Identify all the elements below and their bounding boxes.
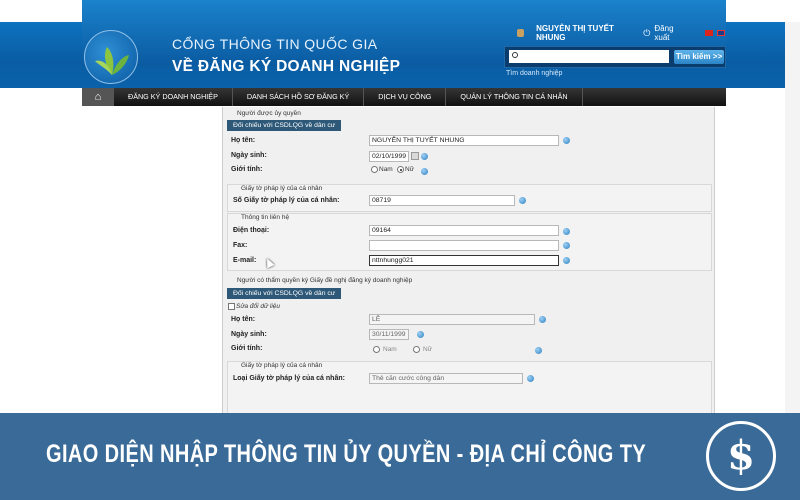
user-name[interactable]: NGUYỄN THỊ TUYẾT NHUNG — [536, 24, 633, 42]
auth-gender-female-label: Nữ — [405, 166, 415, 173]
signer-legal-type-select[interactable]: Thẻ căn cước công dân — [369, 373, 523, 384]
info-icon[interactable] — [563, 228, 570, 235]
search-button[interactable]: Tìm kiếm >> — [674, 50, 724, 64]
power-icon[interactable]: ⏻ — [643, 28, 650, 39]
signer-name-input[interactable]: LÊ — [369, 314, 535, 325]
contact-legend: Thông tin liên hệ — [241, 214, 290, 221]
search-box: Tìm kiếm >> — [504, 46, 726, 68]
verify-badge-1: Đối chiếu với CSDLQG về dân cư — [227, 120, 342, 131]
auth-name-input[interactable]: NGUYỄN THỊ TUYẾT NHUNG — [369, 135, 559, 146]
authorization-form: Người được ủy quyền Đối chiếu với CSDLQG… — [222, 107, 715, 413]
uk-flag-icon[interactable] — [716, 30, 726, 36]
portal-title-line2: VỀ ĐĂNG KÝ DOANH NGHIỆP — [172, 58, 401, 75]
signer-legal-type-label: Loại Giấy tờ pháp lý của cá nhân: — [233, 375, 345, 382]
phone-label: Điện thoại: — [233, 227, 270, 234]
dollar-logo-icon: $ — [706, 421, 776, 491]
portal-title-line1: CỔNG THÔNG TIN QUỐC GIA — [172, 36, 378, 52]
auth-name-label: Họ tên: — [231, 137, 256, 144]
auth-legal-label: Số Giấy tờ pháp lý của cá nhân: — [233, 197, 340, 204]
nav-item-register[interactable]: ĐĂNG KÝ DOANH NGHIỆP — [114, 88, 233, 106]
info-icon[interactable] — [539, 316, 546, 323]
signer-dob-label: Ngày sinh: — [231, 331, 267, 338]
section-legend-authorized: Người được ủy quyền — [237, 110, 301, 117]
info-icon[interactable] — [563, 137, 570, 144]
phone-input[interactable]: 09164 — [369, 225, 559, 236]
logout-link[interactable]: Đăng xuất — [654, 24, 686, 42]
info-icon[interactable] — [421, 168, 428, 175]
nav-item-personal-info[interactable]: QUẢN LÝ THÔNG TIN CÁ NHÂN — [446, 88, 583, 106]
caption-text: GIAO DIỆN NHẬP THÔNG TIN ỦY QUYỀN - ĐỊA … — [46, 440, 647, 468]
info-icon[interactable] — [563, 242, 570, 249]
info-icon[interactable] — [421, 153, 428, 160]
signer-gender-female-label: Nữ — [423, 346, 433, 353]
signer-gender-male-radio[interactable] — [373, 346, 380, 353]
home-icon: ⌂ — [94, 91, 102, 103]
vn-flag-icon[interactable] — [704, 30, 713, 36]
auth-gender-female-radio[interactable] — [397, 166, 404, 173]
email-label: E-mail: — [233, 257, 257, 264]
signer-gender-male-label: Nam — [383, 346, 397, 353]
info-icon[interactable] — [535, 347, 542, 354]
info-icon[interactable] — [519, 197, 526, 204]
edit-data-checkbox[interactable] — [228, 303, 235, 310]
calendar-icon[interactable] — [411, 152, 419, 160]
browser-viewport: CỔNG THÔNG TIN QUỐC GIA VỀ ĐĂNG KÝ DOANH… — [0, 0, 800, 413]
edit-data-label: Sửa đổi dữ liệu — [236, 303, 281, 310]
verify-badge-2: Đối chiếu với CSDLQG về dân cư — [227, 288, 342, 299]
signer-dob-input[interactable]: 30/11/1999 — [369, 329, 409, 340]
nav-item-records[interactable]: DANH SÁCH HỒ SƠ ĐĂNG KÝ — [233, 88, 365, 106]
signer-gender-female-radio[interactable] — [413, 346, 420, 353]
leaf-logo-icon — [95, 47, 129, 75]
search-input[interactable] — [509, 50, 669, 63]
info-icon[interactable] — [563, 257, 570, 264]
info-icon[interactable] — [527, 375, 534, 382]
legal-legend-1: Giấy tờ pháp lý của cá nhân — [241, 185, 323, 192]
legal-legend-2: Giấy tờ pháp lý của cá nhân — [241, 362, 323, 369]
info-icon[interactable] — [417, 331, 424, 338]
main-nav: ⌂ ĐĂNG KÝ DOANH NGHIỆP DANH SÁCH HỒ SƠ Đ… — [82, 88, 726, 106]
caption-banner: GIAO DIỆN NHẬP THÔNG TIN ỦY QUYỀN - ĐỊA … — [0, 413, 800, 500]
scrollbar[interactable] — [785, 22, 800, 413]
home-button[interactable]: ⌂ — [82, 88, 114, 106]
user-bar: NGUYỄN THỊ TUYẾT NHUNG ⏻ Đăng xuất — [517, 24, 726, 42]
auth-legal-input[interactable]: 08719 — [369, 195, 515, 206]
fax-label: Fax: — [233, 242, 248, 249]
signer-name-label: Họ tên: — [231, 316, 256, 323]
auth-dob-input[interactable]: 02/10/1999 — [369, 151, 409, 162]
find-business-link[interactable]: Tìm doanh nghiệp — [506, 70, 562, 77]
national-portal-logo[interactable] — [84, 30, 138, 84]
auth-gender-male-label: Nam — [379, 166, 393, 173]
auth-gender-label: Giới tính: — [231, 166, 263, 173]
email-input[interactable]: nttnhungg021 — [369, 255, 559, 266]
nav-item-public-services[interactable]: DỊCH VỤ CÔNG — [364, 88, 447, 106]
auth-gender-male-radio[interactable] — [371, 166, 378, 173]
search-icon — [512, 52, 518, 58]
section-legend-signer: Người có thẩm quyền ký Giấy đề nghị đăng… — [237, 277, 413, 284]
user-icon — [517, 29, 525, 37]
fax-input[interactable] — [369, 240, 559, 251]
auth-dob-label: Ngày sinh: — [231, 152, 267, 159]
signer-gender-label: Giới tính: — [231, 345, 263, 352]
